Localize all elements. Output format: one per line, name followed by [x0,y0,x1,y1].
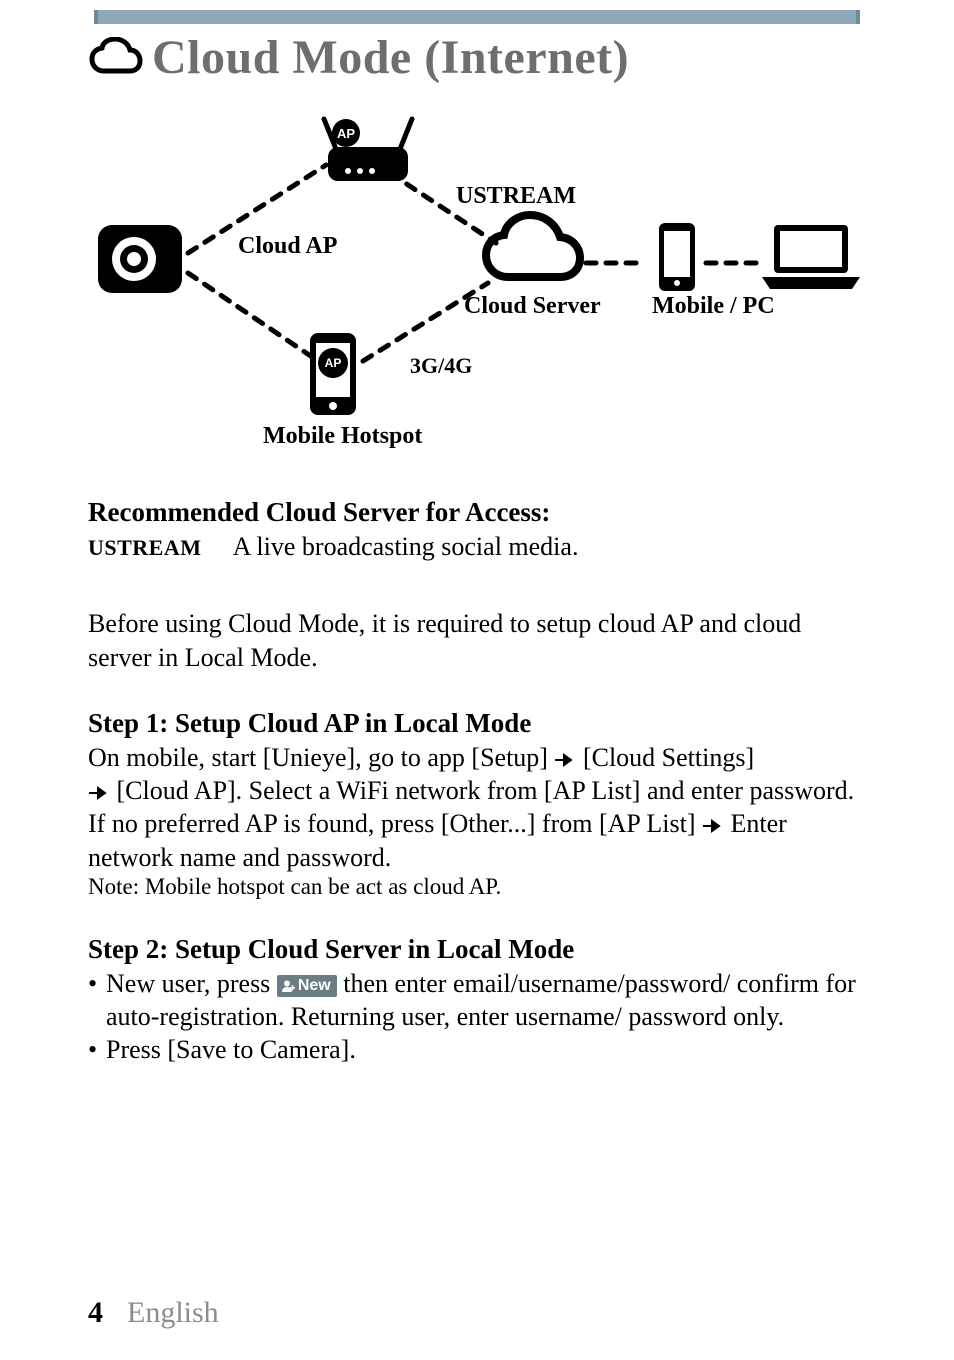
step1-p1a: On mobile, start [Unieye], go to app [Se… [88,743,548,772]
page-top-bar [94,10,860,24]
step1-section: Step 1: Setup Cloud AP in Local Mode On … [88,708,866,900]
step2-section: Step 2: Setup Cloud Server in Local Mode… [88,934,866,1067]
laptop-icon [756,219,866,295]
cloud-icon [88,37,144,79]
step2-heading: Step 2: Setup Cloud Server in Local Mode [88,934,866,965]
diagram-label-mobile-hotspot: Mobile Hotspot [263,423,422,450]
phone-hotspot-icon: AP [306,331,360,417]
arrow-right-icon [554,753,576,767]
page-title-row: Cloud Mode (Internet) [88,30,866,85]
diagram-label-cloud-server: Cloud Server [464,293,601,320]
step1-p1b: [Cloud Settings] [583,743,754,772]
recommended-heading: Recommended Cloud Server for Access: [88,497,866,528]
step1-body: On mobile, start [Unieye], go to app [Se… [88,741,866,874]
page-number: 4 [88,1296,103,1330]
cloud-server-icon [478,211,588,291]
arrow-right-icon [88,786,110,800]
step2-body: • New user, press New then enter email/u… [88,967,866,1067]
diagram-label-ustream: USTREAM [456,183,576,210]
recommended-desc: A live broadcasting social media. [233,532,579,561]
page-footer: 4 English [88,1296,219,1330]
page-title: Cloud Mode (Internet) [152,30,629,85]
camera-icon [96,223,184,295]
router-icon: AP [318,113,418,193]
ap-badge-text-1: AP [337,126,355,141]
recommended-line: USTREAM A live broadcasting social media… [88,530,866,563]
recommended-section: Recommended Cloud Server for Access: UST… [88,497,866,563]
ustream-small-caps: USTREAM [88,535,202,560]
new-user-badge: New [277,975,337,997]
diagram-label-mobile-pc: Mobile / PC [652,293,775,320]
step2-b2: Press [Save to Camera]. [106,1035,356,1064]
step1-note: Note: Mobile hotspot can be act as cloud… [88,874,866,900]
step1-heading: Step 1: Setup Cloud AP in Local Mode [88,708,866,739]
diagram-label-3g4g: 3G/4G [410,353,472,379]
intro-paragraph: Before using Cloud Mode, it is required … [88,607,866,674]
page-language: English [127,1296,219,1330]
phone-client-icon [656,221,698,293]
ap-badge-text-2: AP [325,356,342,370]
user-plus-icon [281,979,295,993]
arrow-right-icon [702,819,724,833]
diagram-label-cloud-ap: Cloud AP [238,233,337,260]
network-diagram: AP Cloud AP AP 3G/4G Mobile Hotspot USTR… [88,103,866,463]
step2-b1a: New user, press [106,969,277,998]
new-badge-label: New [298,976,331,996]
